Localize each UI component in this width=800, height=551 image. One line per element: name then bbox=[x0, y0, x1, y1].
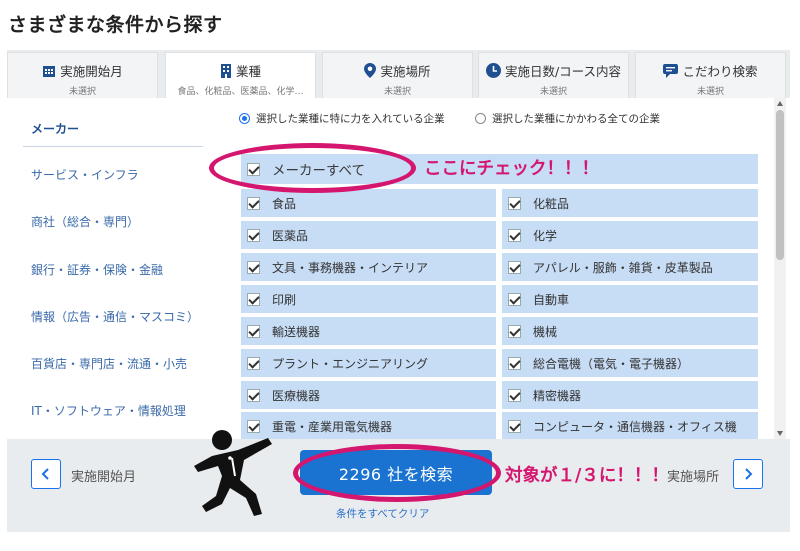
chat-icon bbox=[663, 63, 679, 78]
category-trading[interactable]: 商社（総合・専門） bbox=[31, 213, 139, 230]
industry-checkbox-item[interactable]: 精密機器 bbox=[502, 381, 758, 409]
checkbox[interactable] bbox=[247, 260, 260, 274]
radio-focused[interactable]: 選択した業種に特に力を入れている企業 bbox=[239, 111, 445, 126]
tab-location[interactable]: 実施場所 未選択 bbox=[322, 52, 473, 98]
industry-checkbox-item[interactable]: 総合電機（電気・電子機器） bbox=[502, 349, 758, 377]
checkbox-label: プラント・エンジニアリング bbox=[272, 356, 429, 371]
checkbox[interactable] bbox=[247, 228, 260, 242]
chevron-right-icon bbox=[745, 468, 753, 480]
prev-label[interactable]: 実施開始月 bbox=[71, 466, 136, 485]
checkbox-label: 重電・産業用電気機器 bbox=[272, 419, 393, 434]
clear-all-link[interactable]: 条件をすべてクリア bbox=[336, 506, 429, 521]
checkbox-label: 自動車 bbox=[533, 292, 570, 307]
category-retail[interactable]: 百貨店・専門店・流通・小売 bbox=[31, 355, 187, 372]
location-pin-icon bbox=[364, 63, 377, 78]
checkbox-label: アパレル・服飾・雑貨・皮革製品 bbox=[533, 260, 713, 275]
checkbox[interactable] bbox=[508, 196, 521, 210]
checkbox[interactable] bbox=[247, 162, 260, 176]
checkbox-label: 食品 bbox=[272, 196, 297, 211]
clock-icon bbox=[485, 63, 501, 78]
scroll-up-arrow[interactable] bbox=[777, 101, 783, 106]
radio-label: 選択した業種に特に力を入れている企業 bbox=[256, 113, 445, 125]
cheering-figure-icon bbox=[192, 428, 284, 524]
checkbox[interactable] bbox=[508, 228, 521, 242]
industry-checkbox-item[interactable]: コンピュータ・通信機器・オフィス機 bbox=[502, 412, 758, 439]
category-finance[interactable]: 銀行・証券・保険・金融 bbox=[31, 261, 163, 278]
scroll-thumb[interactable] bbox=[776, 110, 784, 260]
industry-checkbox-item[interactable]: 印刷 bbox=[241, 285, 496, 313]
industry-checkbox-item[interactable]: アパレル・服飾・雑貨・皮革製品 bbox=[502, 253, 758, 281]
next-label[interactable]: 実施場所 bbox=[667, 466, 719, 485]
search-button[interactable]: 2296 社を検索 bbox=[300, 450, 492, 495]
checkbox-label: 機械 bbox=[533, 324, 558, 339]
tab-label: 実施開始月 bbox=[60, 64, 123, 79]
industry-checkbox-item[interactable]: 食品 bbox=[241, 189, 496, 217]
page-title: さまざまな条件から探す bbox=[8, 14, 223, 36]
checkbox[interactable] bbox=[508, 356, 521, 370]
next-button[interactable] bbox=[733, 459, 763, 489]
scrollbar[interactable] bbox=[774, 98, 786, 439]
checkbox[interactable] bbox=[247, 356, 260, 370]
scroll-down-arrow[interactable] bbox=[777, 431, 783, 436]
checkbox-label: 化粧品 bbox=[533, 196, 570, 211]
checkbox-label: 印刷 bbox=[272, 292, 297, 307]
radio-button[interactable] bbox=[239, 113, 250, 124]
category-manufacturer[interactable]: メーカー bbox=[31, 120, 79, 137]
tab-industry[interactable]: 業種 食品、化粧品、医薬品、化学… bbox=[165, 52, 316, 98]
tab-sub: 未選択 bbox=[68, 87, 96, 97]
checkbox[interactable] bbox=[508, 292, 521, 306]
checkbox[interactable] bbox=[508, 419, 521, 433]
checkbox[interactable] bbox=[247, 388, 260, 402]
industry-checkbox-item[interactable]: 文具・事務機器・インテリア bbox=[241, 253, 496, 281]
building-icon bbox=[220, 63, 232, 78]
tab-sub: 食品、化粧品、医薬品、化学… bbox=[177, 87, 304, 97]
checkbox[interactable] bbox=[508, 260, 521, 274]
checkbox-label: コンピュータ・通信機器・オフィス機 bbox=[533, 419, 737, 434]
category-service-infra[interactable]: サービス・インフラ bbox=[31, 166, 139, 183]
tab-label: 業種 bbox=[235, 64, 261, 79]
annotation-result: 対象が１/３に！！！ bbox=[505, 466, 669, 486]
industry-checkbox-item[interactable]: 医薬品 bbox=[241, 221, 496, 249]
calendar-icon bbox=[42, 64, 56, 78]
tab-label: 実施日数/コース内容 bbox=[504, 64, 622, 79]
checkbox-label: 輸送機器 bbox=[272, 324, 321, 339]
checkbox[interactable] bbox=[508, 388, 521, 402]
category-divider bbox=[23, 146, 203, 147]
tab-sub: 未選択 bbox=[696, 87, 724, 97]
checkbox[interactable] bbox=[508, 324, 521, 338]
industry-content: メーカー サービス・インフラ 商社（総合・専門） 銀行・証券・保険・金融 情報（… bbox=[7, 98, 790, 439]
checkbox[interactable] bbox=[247, 196, 260, 210]
checkbox-label: 文具・事務機器・インテリア bbox=[272, 260, 429, 275]
tab-label: こだわり検索 bbox=[682, 64, 758, 79]
tab-sub: 未選択 bbox=[383, 87, 411, 97]
tab-sub: 未選択 bbox=[539, 87, 567, 97]
tab-start-month[interactable]: 実施開始月 未選択 bbox=[7, 52, 158, 98]
checkbox[interactable] bbox=[247, 292, 260, 306]
industry-checkbox-item[interactable]: 化学 bbox=[502, 221, 758, 249]
checkbox-label: 医療機器 bbox=[272, 388, 321, 403]
industry-checkbox-item[interactable]: 化粧品 bbox=[502, 189, 758, 217]
radio-label: 選択した業種にかかわる全ての企業 bbox=[492, 113, 660, 125]
checkbox-label: 総合電機（電気・電子機器） bbox=[533, 356, 690, 371]
tab-detailed-search[interactable]: こだわり検索 未選択 bbox=[635, 52, 786, 98]
annotation-check-here: ここにチェック！！！ bbox=[424, 159, 599, 179]
radio-button[interactable] bbox=[475, 113, 486, 124]
industry-checkbox-item[interactable]: 機械 bbox=[502, 317, 758, 345]
checkbox-label: 医薬品 bbox=[272, 228, 309, 243]
tab-label: 実施場所 bbox=[380, 64, 431, 79]
prev-button[interactable] bbox=[31, 459, 61, 489]
chevron-left-icon bbox=[41, 468, 49, 480]
checkbox-label: メーカーすべて bbox=[272, 163, 366, 179]
checkbox[interactable] bbox=[247, 324, 260, 338]
category-it[interactable]: IT・ソフトウェア・情報処理 bbox=[31, 402, 186, 419]
industry-checkbox-item[interactable]: プラント・エンジニアリング bbox=[241, 349, 496, 377]
category-media[interactable]: 情報（広告・通信・マスコミ） bbox=[31, 308, 199, 325]
radio-related[interactable]: 選択した業種にかかわる全ての企業 bbox=[475, 111, 660, 126]
checkbox-label: 化学 bbox=[533, 228, 558, 243]
tab-duration[interactable]: 実施日数/コース内容 未選択 bbox=[478, 52, 629, 98]
industry-checkbox-item[interactable]: 自動車 bbox=[502, 285, 758, 313]
industry-checkbox-item[interactable]: 輸送機器 bbox=[241, 317, 496, 345]
checkbox-label: 精密機器 bbox=[533, 388, 582, 403]
industry-checkbox-item[interactable]: 医療機器 bbox=[241, 381, 496, 409]
